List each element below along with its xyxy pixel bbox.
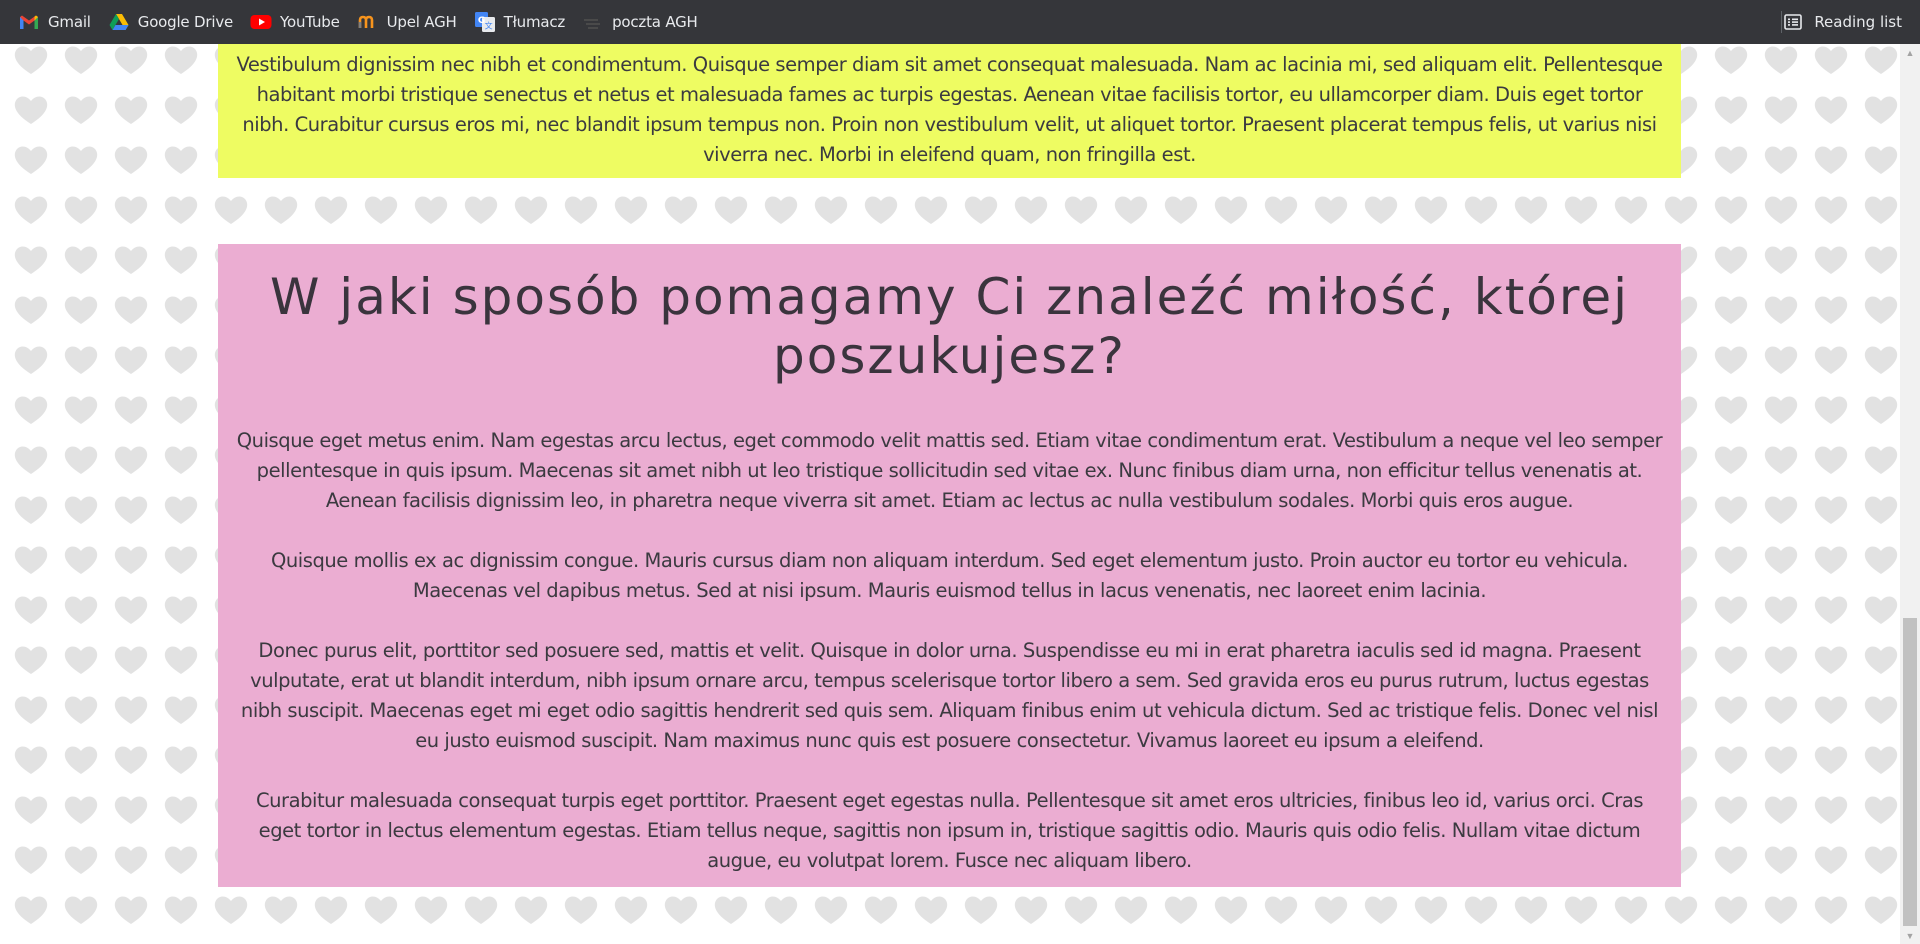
paragraph-3: Donec purus elit, porttitor sed posuere … xyxy=(240,639,1659,752)
bookmark-poczta-agh[interactable]: poczta AGH xyxy=(580,6,706,38)
bookmark-tlumacz[interactable]: G 文 Tłumacz xyxy=(472,6,573,38)
paragraph-4: Curabitur malesuada consequat turpis ege… xyxy=(255,789,1644,872)
translate-icon: G 文 xyxy=(474,11,496,33)
svg-text:文: 文 xyxy=(484,21,492,31)
bookmark-upel-agh[interactable]: Upel AGH xyxy=(355,6,465,38)
reading-list-label: Reading list xyxy=(1814,13,1902,31)
bookmark-youtube[interactable]: YouTube xyxy=(248,6,348,38)
yellow-paragraph: Vestibulum dignissim nec nibh et condime… xyxy=(236,53,1663,166)
section-heading: W jaki sposób pomagamy Ci znaleźć miłość… xyxy=(269,268,1630,385)
upel-icon xyxy=(357,11,379,33)
scroll-down-arrow-icon[interactable]: ▼ xyxy=(1900,927,1920,944)
reading-list-button[interactable]: Reading list xyxy=(1784,6,1902,38)
bookmark-label: Gmail xyxy=(48,13,91,31)
bookmark-label: Tłumacz xyxy=(503,13,566,31)
google-drive-icon xyxy=(108,11,130,33)
paragraph-1: Quisque eget metus enim. Nam egestas arc… xyxy=(236,429,1663,512)
bookmarks-bar: Gmail Google Drive YouTube Upel AGH G 文 … xyxy=(0,0,1920,44)
vertical-scrollbar[interactable]: ▲ ▼ xyxy=(1900,44,1920,944)
toolbar-separator xyxy=(1781,11,1782,33)
bookmark-label: Upel AGH xyxy=(386,13,457,31)
mail-icon xyxy=(582,11,604,33)
page-viewport: Vestibulum dignissim nec nibh et condime… xyxy=(0,44,1900,944)
yellow-text-section: Vestibulum dignissim nec nibh et condime… xyxy=(218,44,1681,178)
youtube-icon xyxy=(250,11,272,33)
bookmark-label: poczta AGH xyxy=(612,13,698,31)
gmail-icon xyxy=(18,11,40,33)
pink-content-section: W jaki sposób pomagamy Ci znaleźć miłość… xyxy=(218,244,1681,887)
paragraph-2: Quisque mollis ex ac dignissim congue. M… xyxy=(270,549,1629,602)
bookmark-label: Google Drive xyxy=(137,13,234,31)
bookmark-google-drive[interactable]: Google Drive xyxy=(106,6,241,38)
scroll-up-arrow-icon[interactable]: ▲ xyxy=(1900,44,1920,61)
scrollbar-thumb[interactable] xyxy=(1903,618,1917,926)
bookmark-gmail[interactable]: Gmail xyxy=(16,6,99,38)
bookmark-label: YouTube xyxy=(280,13,340,31)
reading-list-icon xyxy=(1784,14,1803,30)
